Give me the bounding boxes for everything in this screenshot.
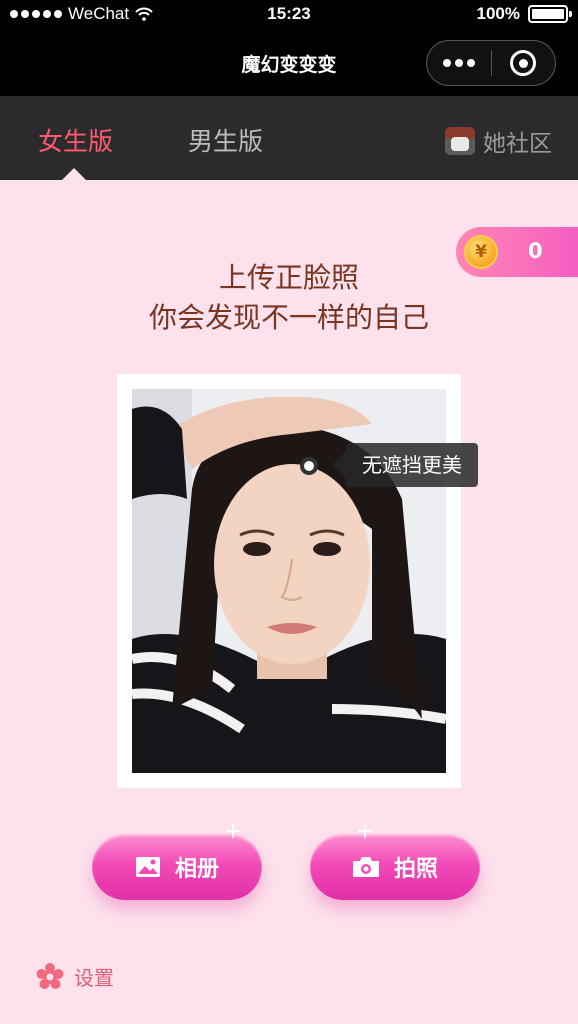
camera-button[interactable]: 拍照	[310, 824, 480, 900]
title-bar: 魔幻变变变	[0, 30, 578, 96]
tab-male[interactable]: 男生版	[188, 122, 263, 158]
headline-line1: 上传正脸照	[218, 261, 359, 294]
photo-tip: 无遮挡更美	[332, 443, 478, 487]
sparkle-icon	[358, 824, 372, 838]
capsule-menu	[426, 40, 556, 86]
close-miniprogram-button[interactable]	[492, 50, 556, 76]
target-icon	[510, 50, 537, 76]
album-label: 相册	[174, 857, 219, 882]
community-label: 她社区	[483, 131, 552, 157]
photo-tip-marker	[300, 457, 318, 475]
settings-flower-icon	[36, 962, 64, 989]
community-link[interactable]: 她社区	[445, 124, 552, 158]
battery-percent: 100%	[476, 4, 520, 23]
headline: 上传正脸照 你会发现不一样的自己	[0, 258, 578, 338]
tab-bar: 女生版 男生版 她社区	[0, 96, 578, 180]
active-tab-indicator	[62, 168, 86, 180]
community-avatar-icon	[445, 127, 475, 155]
settings-label: 设置	[74, 966, 114, 990]
sparkle-icon	[226, 824, 240, 838]
battery-icon	[528, 5, 572, 23]
camera-label: 拍照	[393, 857, 438, 882]
headline-line2: 你会发现不一样的自己	[148, 301, 429, 334]
tab-female[interactable]: 女生版	[38, 122, 113, 158]
album-button[interactable]: 相册	[92, 824, 262, 900]
settings-link[interactable]: 设置	[36, 962, 114, 991]
image-icon	[135, 857, 160, 877]
photo-frame[interactable]	[117, 374, 461, 788]
more-icon[interactable]	[427, 59, 491, 67]
status-bar: WeChat 15:23 100%	[0, 0, 578, 30]
status-right: 100%	[476, 4, 572, 24]
camera-icon	[352, 857, 379, 877]
